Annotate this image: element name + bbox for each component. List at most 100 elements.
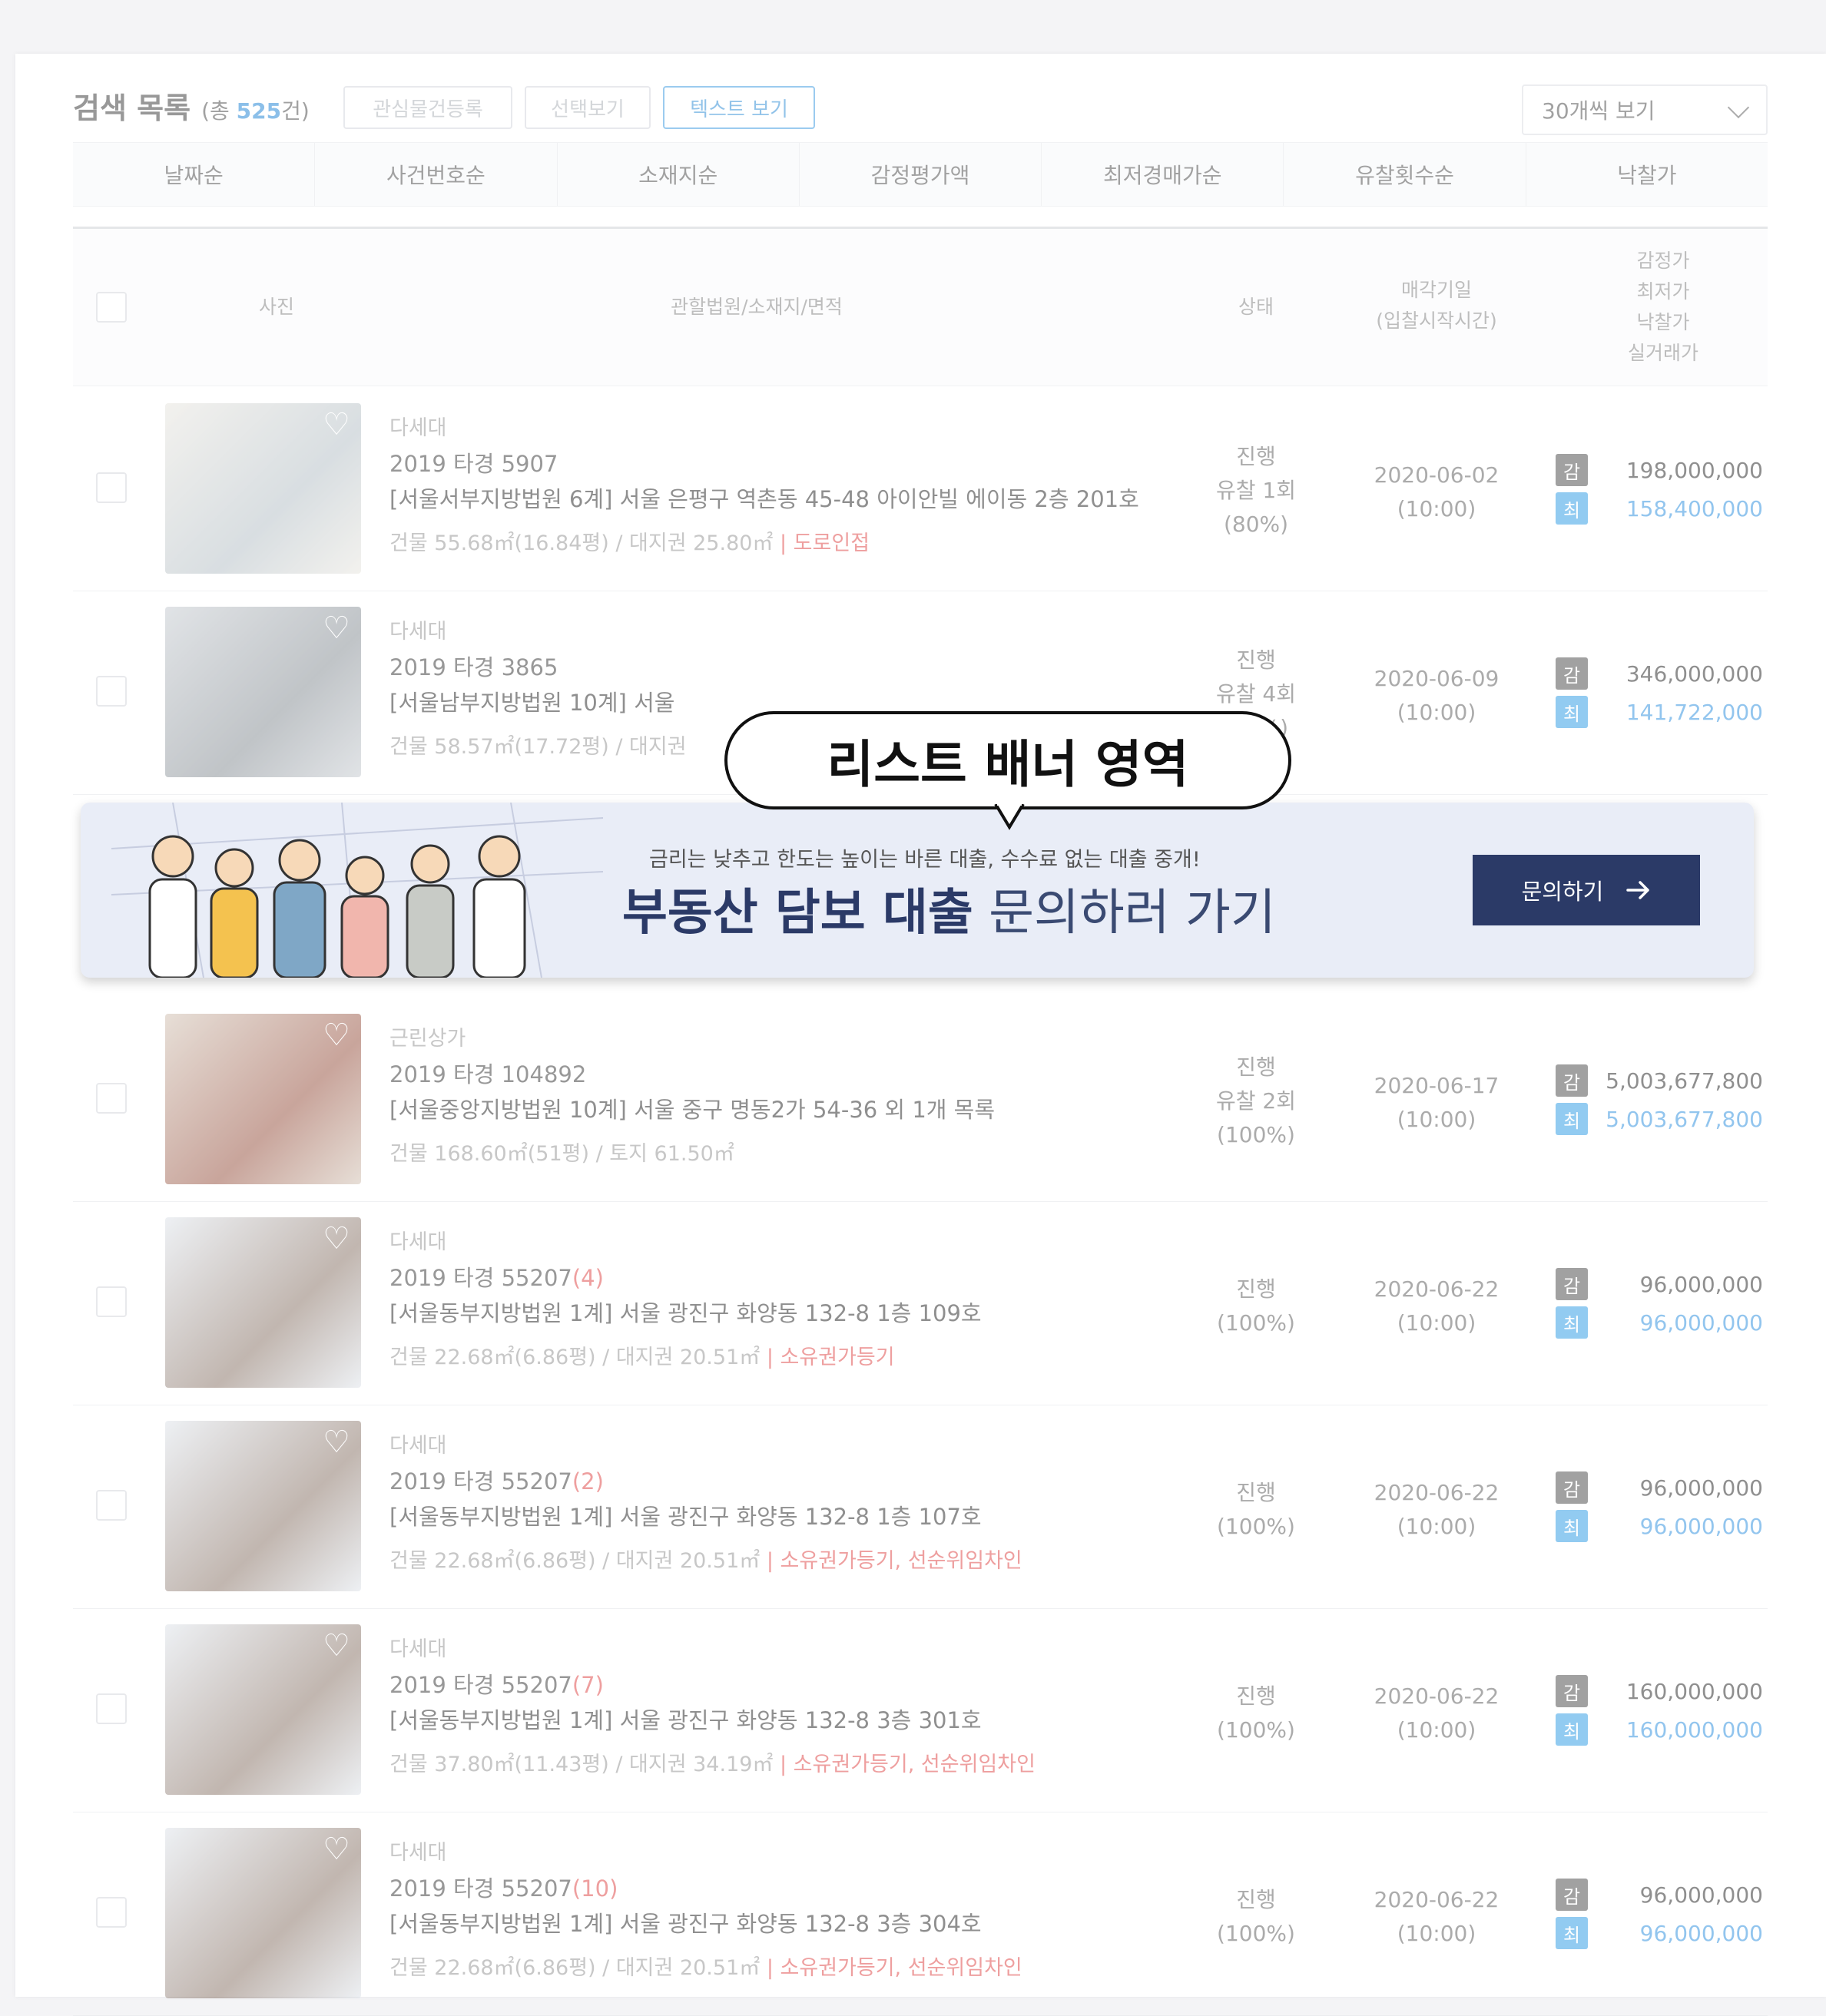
court-address[interactable]: [서울동부지방법원 1계] 서울 광진구 화양동 132-8 3층 301호 [389,1703,1234,1747]
case-number[interactable]: 2019 타경 104892 [389,1057,1234,1092]
court-address[interactable]: [서울서부지방법원 6계] 서울 은평구 역촌동 45-48 아이안빌 에이동 … [389,482,1234,526]
header-photo: 사진 [258,296,294,318]
property-photo[interactable]: ♡ [165,1217,361,1388]
sort-tab-date[interactable]: 날짜순 [73,143,316,206]
status-state: 진행 [1236,647,1276,673]
property-info[interactable]: 근린상가 2019 타경 104892 [서울중앙지방법원 10계] 서울 중구… [389,1021,1234,1167]
sale-time: (10:00) [1397,1514,1476,1539]
property-type: 근린상가 [389,1027,466,1051]
heart-icon[interactable]: ♡ [323,1834,350,1865]
heart-icon[interactable]: ♡ [323,1630,350,1661]
status-detail: 유찰 2회 [1216,1088,1296,1114]
select-all-checkbox[interactable] [96,292,127,323]
sort-tab-case[interactable]: 사건번호순 [315,143,558,206]
header-prices: 감정가 최저가 낙찰가 실거래가 [1617,246,1709,369]
table-row: ♡ 다세대 2019 타경 55207(10) [서울동부지방법원 1계] 서울… [73,1812,1768,2016]
status-detail: (100%) [1217,1921,1295,1946]
area-tag: | 소유권가등기, 선순위임차인 [760,1549,1022,1573]
sort-tab-location[interactable]: 소재지순 [558,143,800,206]
property-photo[interactable]: ♡ [165,607,361,777]
case-number[interactable]: 2019 타경 55207(10) [389,1871,1234,1906]
case-number-text: 2019 타경 55207 [389,1468,572,1495]
sort-tab-appraisal[interactable]: 감정평가액 [800,143,1042,206]
heart-icon[interactable]: ♡ [323,1427,350,1458]
row-checkbox[interactable] [96,1490,127,1521]
row-checkbox[interactable] [96,676,127,707]
row-checkbox[interactable] [96,1286,127,1317]
sort-tab-winning-bid[interactable]: 낙찰가 [1526,143,1768,206]
status-cell: 진행 (100%) [1195,1273,1317,1340]
case-number[interactable]: 2019 타경 5907 [389,446,1234,482]
price-cell: 감 96,000,000 최 96,000,000 [1556,1265,1763,1342]
property-photo[interactable]: ♡ [165,1828,361,1998]
court-address[interactable]: [서울동부지방법원 1계] 서울 광진구 화양동 132-8 1층 107호 [389,1499,1234,1544]
header-court-address: 관할법원/소재지/면적 [671,296,843,318]
status-detail: (100%) [1217,1717,1295,1743]
appraisal-badge: 감 [1556,1879,1588,1911]
property-info[interactable]: 다세대 2019 타경 55207(4) [서울동부지방법원 1계] 서울 광진… [389,1225,1234,1370]
court-address[interactable]: [서울동부지방법원 1계] 서울 광진구 화양동 132-8 3층 304호 [389,1906,1234,1951]
property-photo[interactable]: ♡ [165,403,361,574]
view-selected-button[interactable]: 선택보기 [525,86,651,129]
property-area: 건물 22.68㎡(6.86평) / 대지권 20.51㎡ | 소유권가등기, … [389,1951,1234,1981]
property-photo[interactable]: ♡ [165,1014,361,1184]
row-checkbox[interactable] [96,1693,127,1724]
header-sale-date: 매각기일 (입찰시작시간) [1360,275,1513,336]
case-number[interactable]: 2019 타경 55207(7) [389,1667,1234,1703]
case-number-text: 2019 타경 5907 [389,451,558,477]
status-detail: 유찰 1회 [1216,478,1296,503]
price-cell: 감 96,000,000 최 96,000,000 [1556,1875,1763,1952]
appraisal-value: 160,000,000 [1626,1678,1763,1704]
minimum-badge: 최 [1556,1103,1588,1135]
heart-icon[interactable]: ♡ [323,1223,350,1254]
page-title: 검색 목록 (총 525건) [73,84,310,127]
sort-tab-failed-count[interactable]: 유찰횟수순 [1284,143,1526,206]
area-text: 건물 22.68㎡(6.86평) / 대지권 20.51㎡ [389,1346,761,1369]
appraisal-value: 198,000,000 [1626,457,1763,483]
page-size-select[interactable]: 30개씩 보기 [1522,84,1768,135]
court-address[interactable]: [서울중앙지방법원 10계] 서울 중구 명동2가 54-36 외 1개 목록 [389,1092,1234,1137]
minimum-price: 최 160,000,000 [1556,1710,1763,1749]
case-number[interactable]: 2019 타경 55207(2) [389,1464,1234,1499]
header-sale-date-label: 매각기일 [1400,279,1472,301]
case-number-text: 2019 타경 104892 [389,1061,587,1087]
appraisal-price: 감 96,000,000 [1556,1875,1763,1914]
heart-icon[interactable]: ♡ [323,409,350,440]
case-number[interactable]: 2019 타경 55207(4) [389,1260,1234,1296]
status-cell: 진행 유찰 1회 (80%) [1195,440,1317,541]
inquiry-button[interactable]: 문의하기 [1473,855,1700,925]
minimum-value: 5,003,677,800 [1606,1106,1763,1132]
property-photo[interactable]: ♡ [165,1421,361,1591]
appraisal-badge: 감 [1556,1064,1588,1097]
appraisal-value: 96,000,000 [1639,1271,1763,1297]
text-view-button[interactable]: 텍스트 보기 [663,86,815,129]
add-favorite-button[interactable]: 관심물건등록 [343,86,512,129]
case-number[interactable]: 2019 타경 3865 [389,650,1234,685]
heart-icon[interactable]: ♡ [323,613,350,644]
sort-tab-minimum[interactable]: 최저경매가순 [1042,143,1284,206]
property-info[interactable]: 다세대 2019 타경 5907 [서울서부지방법원 6계] 서울 은평구 역촌… [389,411,1234,556]
row-checkbox[interactable] [96,1083,127,1114]
court-address[interactable]: [서울동부지방법원 1계] 서울 광진구 화양동 132-8 1층 109호 [389,1296,1234,1340]
loan-banner[interactable]: 금리는 낮추고 한도는 높이는 바른 대출, 수수료 없는 대출 중개! 부동산… [81,803,1754,978]
area-text: 건물 168.60㎡(51평) / 토지 61.50㎡ [389,1142,734,1166]
appraisal-price: 감 346,000,000 [1556,654,1763,693]
row-checkbox[interactable] [96,1897,127,1928]
property-area: 건물 37.80㎡(11.43평) / 대지권 34.19㎡ | 소유권가등기,… [389,1747,1234,1777]
property-info[interactable]: 다세대 2019 타경 55207(2) [서울동부지방법원 1계] 서울 광진… [389,1428,1234,1574]
property-info[interactable]: 다세대 2019 타경 55207(10) [서울동부지방법원 1계] 서울 광… [389,1836,1234,1981]
minimum-price: 최 96,000,000 [1556,1914,1763,1952]
heart-icon[interactable]: ♡ [323,1020,350,1051]
row-checkbox[interactable] [96,472,127,503]
case-number-suffix: (2) [572,1468,604,1495]
area-text: 건물 37.80㎡(11.43평) / 대지권 34.19㎡ [389,1753,774,1776]
property-photo[interactable]: ♡ [165,1624,361,1795]
appraisal-value: 96,000,000 [1639,1475,1763,1501]
area-tag: | 소유권가등기, 선순위임차인 [760,1956,1022,1980]
sale-time: (10:00) [1397,1107,1476,1132]
property-info[interactable]: 다세대 2019 타경 55207(7) [서울동부지방법원 1계] 서울 광진… [389,1632,1234,1777]
status-cell: 진행 (100%) [1195,1680,1317,1747]
property-type: 다세대 [389,416,447,440]
sale-date: 2020-06-22 [1374,1480,1500,1505]
banner-title: 부동산 담보 대출 문의하러 가기 [622,873,1276,944]
